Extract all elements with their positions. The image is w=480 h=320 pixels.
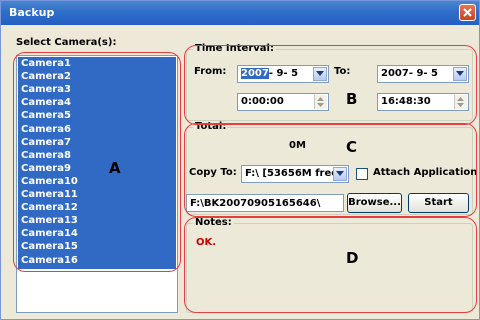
annotation-letter-b: B — [346, 90, 358, 108]
title-bar: Backup — [1, 1, 479, 25]
window-title: Backup — [9, 6, 55, 19]
annotation-letter-d: D — [346, 249, 359, 267]
close-button[interactable] — [459, 4, 476, 21]
annotation-outline-c — [184, 123, 477, 217]
annotation-outline-b — [184, 45, 477, 125]
annotation-letter-a: A — [109, 159, 121, 177]
annotation-outline-d — [184, 217, 477, 313]
annotation-outline-a — [13, 52, 181, 272]
select-cameras-label: Select Camera(s): — [16, 37, 117, 48]
backup-window: Backup Select Camera(s): Camera1 Camera2 C… — [0, 0, 480, 320]
close-icon — [463, 8, 472, 17]
annotation-letter-c: C — [346, 138, 358, 156]
